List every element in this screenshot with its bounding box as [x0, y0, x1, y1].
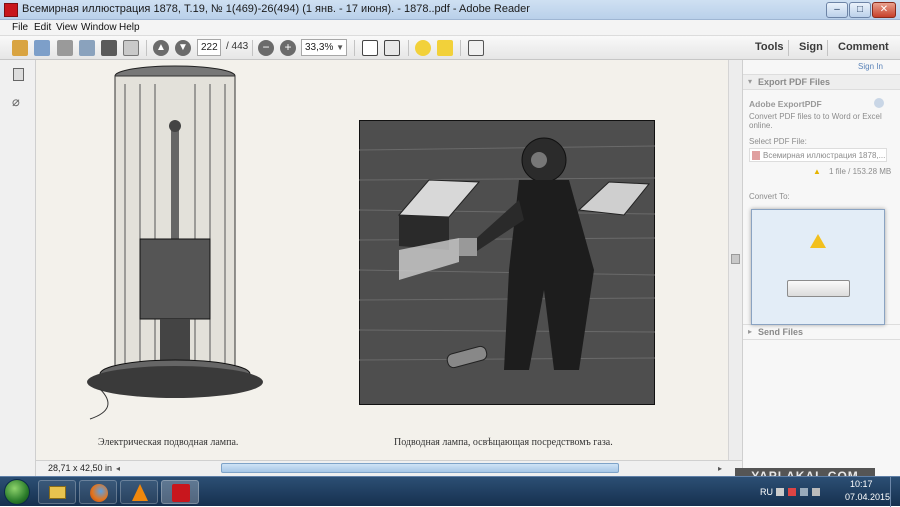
zoom-in-icon[interactable]: + — [280, 40, 296, 56]
window-title: Всемирная иллюстрация 1878, Т.19, № 1(46… — [22, 3, 530, 15]
toolbar-separator — [146, 40, 147, 56]
horizontal-scroll-thumb[interactable] — [221, 463, 619, 473]
comment-button[interactable]: Comment — [838, 41, 889, 53]
help-icon[interactable] — [874, 98, 884, 108]
tools-button[interactable]: Tools — [755, 41, 784, 53]
network-icon[interactable] — [800, 488, 808, 496]
dialog-warning-icon — [810, 234, 826, 248]
collapse-icon: ▾ — [748, 77, 753, 86]
menu-file[interactable]: File — [12, 22, 28, 33]
open-icon[interactable] — [34, 40, 50, 56]
flag-icon[interactable] — [788, 488, 796, 496]
taskbar: RU 10:17 07.04.2015 — [0, 476, 900, 507]
taskbar-vlc[interactable] — [120, 480, 158, 504]
next-page-icon[interactable]: ▼ — [175, 40, 191, 56]
minimize-button[interactable]: – — [826, 2, 848, 18]
menu-bar: File Edit View Window Help — [0, 20, 900, 36]
toolbar-separator — [354, 40, 355, 56]
close-button[interactable]: ✕ — [872, 2, 896, 18]
select-pdf-label: Select PDF File: — [749, 137, 807, 146]
selected-file-field[interactable]: Всемирная иллюстрация 1878,... — [749, 148, 887, 162]
toolbar-separator — [788, 40, 789, 56]
tray-icons — [776, 486, 836, 498]
create-pdf-icon[interactable] — [12, 40, 28, 56]
status-bar: 28,71 x 42,50 in ◂ ▸ — [36, 460, 742, 476]
clock-time[interactable]: 10:17 — [850, 479, 873, 489]
page-number-input[interactable]: 222 — [197, 39, 221, 56]
convert-to-label: Convert To: — [749, 192, 790, 201]
send-files-header[interactable]: ▸ Send Files — [743, 324, 900, 340]
highlight-icon[interactable] — [437, 40, 453, 56]
email-icon[interactable] — [123, 40, 139, 56]
navigation-pane: ⌀ — [0, 60, 36, 476]
warning-icon: ▲ — [813, 167, 821, 176]
firefox-icon — [90, 484, 108, 502]
scroll-left-icon[interactable]: ◂ — [116, 464, 126, 473]
toolbar-separator — [460, 40, 461, 56]
comment-icon[interactable] — [415, 40, 431, 56]
save-icon[interactable] — [79, 40, 95, 56]
toolbar-separator — [252, 40, 253, 56]
fit-width-icon[interactable] — [384, 40, 400, 56]
page-total: / 443 — [226, 41, 249, 52]
adobe-exportpdf-title: Adobe ExportPDF — [749, 99, 822, 109]
tray-icon[interactable] — [776, 488, 784, 496]
page-thumbnails-icon[interactable] — [13, 68, 24, 81]
page-size-label: 28,71 x 42,50 in — [48, 463, 113, 473]
language-indicator[interactable]: RU — [760, 487, 773, 497]
scroll-right-icon[interactable]: ▸ — [718, 464, 728, 473]
menu-view[interactable]: View — [56, 22, 78, 33]
chevron-down-icon: ▼ — [336, 43, 344, 52]
toolbar-separator — [408, 40, 409, 56]
previous-page-icon[interactable]: ▲ — [153, 40, 169, 56]
caption-right: Подводная лампа, освѣщающая посредствомъ… — [394, 437, 613, 448]
full-screen-icon[interactable] — [468, 40, 484, 56]
zoom-value: 33,3% — [305, 42, 334, 53]
menu-help[interactable]: Help — [119, 22, 140, 33]
selected-file-name: Всемирная иллюстрация 1878,... — [763, 151, 886, 160]
taskbar-adobe-reader[interactable] — [161, 480, 199, 504]
attachments-icon[interactable]: ⌀ — [12, 94, 25, 109]
expand-icon: ▸ — [748, 327, 753, 336]
send-files-title: Send Files — [758, 327, 804, 337]
vertical-scrollbar[interactable] — [728, 60, 742, 460]
export-pdf-title: Export PDF Files — [758, 77, 831, 87]
dialog-ok-button[interactable] — [787, 280, 850, 297]
zoom-out-icon[interactable]: − — [258, 40, 274, 56]
maximize-button[interactable]: □ — [849, 2, 871, 18]
adobe-reader-icon — [172, 484, 190, 502]
caption-left: Электрическая подводная лампа. — [98, 437, 239, 448]
edit-icon[interactable] — [57, 40, 73, 56]
taskbar-explorer[interactable] — [38, 480, 76, 504]
title-bar: Всемирная иллюстрация 1878, Т.19, № 1(46… — [0, 0, 900, 20]
toolbar: ▲ ▼ 222 / 443 − + 33,3% ▼ Tools Sign Com… — [0, 36, 900, 60]
menu-edit[interactable]: Edit — [34, 22, 51, 33]
clock-date[interactable]: 07.04.2015 — [845, 492, 890, 502]
toolbar-separator — [827, 40, 828, 56]
diver-illustration — [359, 120, 655, 405]
sign-in-link[interactable]: Sign In — [858, 62, 883, 71]
taskbar-firefox[interactable] — [79, 480, 117, 504]
file-size-info: 1 file / 153.28 MB — [829, 167, 892, 176]
sign-button[interactable]: Sign — [799, 41, 823, 53]
pdf-file-icon — [752, 151, 760, 160]
vlc-icon — [132, 484, 148, 501]
export-pdf-header[interactable]: ▾ Export PDF Files — [743, 74, 900, 90]
folder-icon — [49, 486, 66, 499]
export-description-line1: Convert PDF files to to Word or Excel — [749, 112, 882, 121]
zoom-select[interactable]: 33,3% ▼ — [301, 39, 347, 56]
document-view[interactable]: Электрическая подводная лампа. Подводная… — [36, 60, 728, 460]
volume-icon[interactable] — [812, 488, 820, 496]
show-desktop-button[interactable] — [890, 477, 900, 507]
electric-lamp-illustration — [80, 64, 270, 426]
scroll-thumb[interactable] — [731, 254, 740, 264]
fit-page-icon[interactable] — [362, 40, 378, 56]
adobe-reader-app-icon — [4, 3, 18, 17]
print-icon[interactable] — [101, 40, 117, 56]
warning-dialog — [751, 209, 885, 325]
start-button[interactable] — [4, 479, 30, 505]
export-description-line2: online. — [749, 121, 773, 130]
menu-window[interactable]: Window — [81, 22, 117, 33]
